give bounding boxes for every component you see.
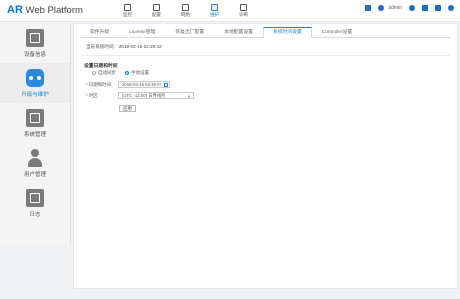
chevron-down-icon: ▼	[187, 94, 191, 99]
tab-system-time[interactable]: 系统时间设置	[262, 27, 312, 38]
top-right-tools: admin	[358, 5, 454, 11]
sidebar-item-system-management[interactable]: 系统管理	[0, 103, 70, 143]
section-title: 设置日期和时间	[84, 64, 118, 69]
nav-monitor[interactable]: 监控	[113, 0, 142, 22]
tab-factory-reset[interactable]: 恢复出厂配置	[165, 27, 214, 38]
sync-mode-radio-group: 自动同步 手动设置	[92, 70, 149, 76]
log-icon	[26, 188, 44, 207]
device-info-icon	[26, 28, 44, 47]
timezone-select[interactable]: (UTC -12:00) 日界线西 ▼	[118, 92, 194, 99]
divider	[82, 55, 450, 56]
main-panel: 软件升级 License管理 恢复出厂配置 本地配置设置 系统时间设置 Cont…	[73, 23, 458, 289]
nav-diagnose[interactable]: 诊断	[229, 0, 258, 22]
maintenance-icon	[211, 4, 218, 11]
radio-auto-sync[interactable]	[92, 71, 96, 75]
diagnose-icon	[240, 4, 247, 11]
timezone-label: *时区:	[86, 93, 100, 98]
settings-icon[interactable]	[435, 5, 441, 11]
user-management-icon	[26, 148, 44, 167]
monitor-icon	[124, 4, 131, 11]
sidebar: 设备信息 升级与维护 系统管理 用户管理 日志	[0, 23, 71, 245]
current-system-time: 当前系统时间: 2018-03-16 02:29:42	[86, 44, 162, 49]
tab-local-config[interactable]: 本地配置设置	[214, 27, 263, 38]
datetime-input[interactable]: 2018-03-16 02:29:07	[118, 81, 170, 88]
config-icon	[153, 4, 160, 11]
calendar-icon[interactable]	[164, 83, 168, 87]
network-icon	[182, 4, 189, 11]
system-management-icon	[26, 108, 44, 127]
sidebar-item-user-management[interactable]: 用户管理	[0, 143, 70, 183]
sidebar-item-device-info[interactable]: 设备信息	[0, 23, 70, 63]
sidebar-item-upgrade-maintenance[interactable]: 升级与维护	[0, 63, 70, 103]
nav-network[interactable]: 网络	[171, 0, 200, 22]
current-user[interactable]: admin	[388, 5, 402, 11]
tab-controller[interactable]: Controller设置	[312, 27, 362, 38]
nav-maintenance[interactable]: 维护	[200, 0, 229, 22]
chat-icon[interactable]	[422, 5, 428, 11]
nav-config[interactable]: 配置	[142, 0, 171, 22]
sidebar-item-log[interactable]: 日志	[0, 183, 70, 223]
save-icon[interactable]	[365, 5, 372, 11]
tab-bar: 软件升级 License管理 恢复出厂配置 本地配置设置 系统时间设置 Cont…	[80, 27, 450, 38]
logout-icon[interactable]	[448, 5, 454, 11]
help-icon[interactable]	[409, 5, 415, 11]
main-nav: 监控 配置 网络 维护 诊断	[113, 0, 258, 22]
radio-manual-set[interactable]	[125, 71, 129, 75]
tab-license[interactable]: License管理	[119, 27, 165, 38]
tab-software-upgrade[interactable]: 软件升级	[80, 27, 119, 38]
datetime-label: *日期和时间:	[86, 82, 113, 87]
upgrade-maintenance-icon	[26, 68, 44, 87]
brand-logo: AR Web Platform	[7, 4, 83, 16]
top-bar: AR Web Platform 监控 配置 网络 维护 诊断 admin	[0, 0, 460, 22]
user-icon[interactable]	[378, 5, 385, 11]
apply-button[interactable]: 应用	[119, 105, 136, 112]
